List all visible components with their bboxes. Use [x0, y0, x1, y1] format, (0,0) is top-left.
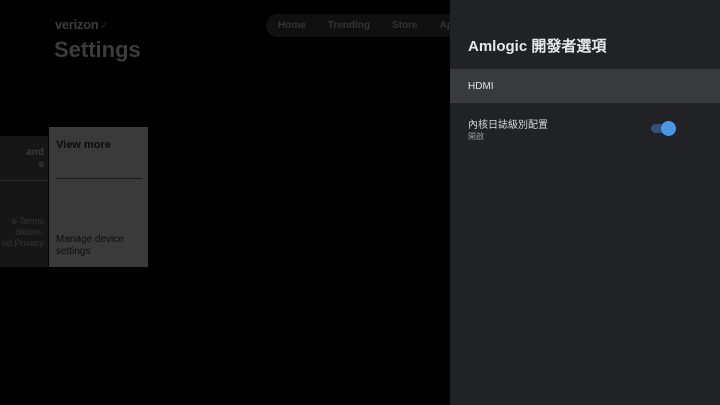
page-title: Settings — [54, 37, 141, 62]
menu-item-sublabel: 開啟 — [468, 132, 484, 141]
terms-card-text: e Terms ditions, nd Privacy — [1, 216, 44, 248]
top-navigation: Home Trending Store Ap — [266, 14, 466, 37]
nav-trending[interactable]: Trending — [328, 20, 370, 31]
manage-device-text: Manage device settings — [56, 234, 124, 257]
card-divider — [56, 178, 142, 179]
panel-title: Amlogic 開發者選項 — [468, 38, 607, 55]
menu-item-label: 內核日誌級別配置 — [468, 120, 548, 131]
developer-options-panel: Amlogic 開發者選項 HDMI 內核日誌級別配置 開啟 — [450, 0, 720, 405]
settings-background: verizon✓ Settings Home Trending Store Ap… — [0, 0, 466, 405]
terms-card-heading: and s — [26, 147, 44, 170]
brand-check-icon: ✓ — [99, 20, 109, 32]
brand-logo: verizon✓ — [55, 17, 109, 32]
menu-item-label: HDMI — [468, 80, 494, 92]
view-more-heading: View more — [56, 139, 111, 151]
terms-card[interactable]: and s e Terms ditions, nd Privacy — [0, 136, 48, 267]
view-more-card[interactable]: View more Manage device settings — [49, 127, 148, 267]
screen: verizon✓ Settings Home Trending Store Ap… — [0, 0, 720, 405]
menu-item-kernel-log-level[interactable]: 內核日誌級別配置 開啟 — [450, 110, 720, 148]
nav-store[interactable]: Store — [392, 20, 418, 31]
menu-item-hdmi[interactable]: HDMI — [450, 69, 720, 103]
toggle-knob — [661, 121, 676, 136]
card-divider — [0, 180, 48, 181]
kernel-log-toggle[interactable] — [651, 121, 676, 136]
nav-home[interactable]: Home — [278, 20, 306, 31]
